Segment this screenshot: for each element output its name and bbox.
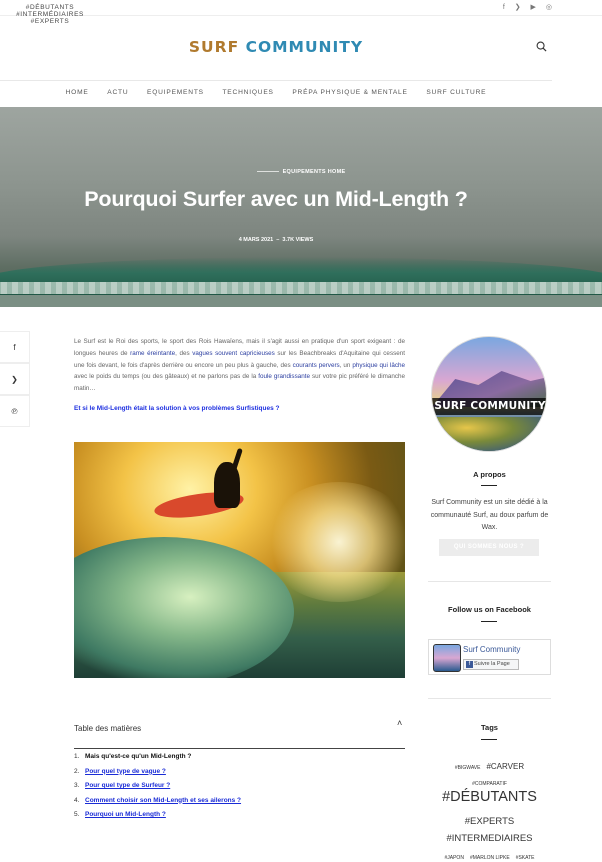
tag-link[interactable]: #DÉBUTANTS: [442, 789, 537, 805]
toc-divider: [74, 748, 405, 749]
article-lead: Et si le Mid-Length était la solution à …: [74, 405, 280, 412]
instagram-icon[interactable]: ◎: [546, 4, 552, 11]
avatar-text: SURF COMMUNITY: [434, 400, 546, 412]
intro-text: , un: [339, 361, 353, 369]
tag-link[interactable]: #EXPERTS: [465, 816, 514, 827]
toc-number: 3.: [74, 782, 80, 789]
nav-home[interactable]: HOME: [66, 89, 89, 96]
site-logo[interactable]: SURF COMMUNITY: [0, 38, 552, 56]
toc-item: 4. Comment choisir son Mid-Length et ses …: [74, 794, 405, 809]
hero-foam: [0, 282, 602, 294]
chevron-up-icon[interactable]: ˄: [397, 718, 402, 728]
intro-highlight: vagues souvent capricieuses: [192, 349, 275, 357]
post-title: Pourquoi Surfer avec un Mid-Length ?: [84, 187, 468, 211]
intro-highlight: foule grandissante: [258, 373, 310, 381]
post-categories[interactable]: EQUIPEMENTS HOME: [0, 169, 602, 175]
tag-link[interactable]: #MARLON LIPKE: [470, 855, 510, 861]
top-tags: #DÉBUTANTS #INTERMÉDIAIRES #EXPERTS: [0, 4, 117, 25]
post-views: 3.7K VIEWS: [282, 237, 314, 243]
intro-highlight: rame éreintante: [130, 349, 176, 357]
twitter-icon[interactable]: ❯: [515, 4, 521, 11]
logo-text-surf: SURF: [188, 38, 246, 56]
tag-row: #INTERMEDIAIRES: [428, 828, 551, 846]
toc-link[interactable]: Pour quel type de vague ?: [85, 768, 166, 775]
fb-follow-label: Suivre la Page: [474, 661, 510, 667]
fb-follow-button[interactable]: f Suivre la Page: [463, 659, 519, 670]
tags-title-rule: [481, 739, 497, 740]
article-image: [74, 442, 405, 678]
top-tag-intermediaires[interactable]: #INTERMÉDIAIRES: [16, 11, 84, 18]
hero-banner: EQUIPEMENTS HOME Pourquoi Surfer avec un…: [0, 107, 602, 307]
nav-techniques[interactable]: TECHNIQUES: [222, 89, 273, 96]
facebook-title-rule: [481, 621, 497, 622]
tag-row: #DÉBUTANTS: [428, 788, 551, 806]
nav-prepa[interactable]: PRÉPA PHYSIQUE & MENTALE: [292, 89, 407, 96]
fb-page-name[interactable]: Surf Community: [463, 645, 520, 654]
post-meta: 4 MARS 2021 – 3.7K VIEWS: [0, 237, 552, 243]
nav-surf-culture[interactable]: SURF CULTURE: [426, 89, 486, 96]
about-title: A propos: [473, 470, 506, 479]
tag-link[interactable]: #INTERMEDIAIRES: [446, 833, 532, 844]
top-bar: #DÉBUTANTS #INTERMÉDIAIRES #EXPERTS f ❯ …: [0, 0, 602, 25]
facebook-icon[interactable]: f: [0, 331, 30, 363]
facebook-page-widget[interactable]: Surf Community f Suivre la Page: [428, 639, 551, 675]
post-date: 4 MARS 2021: [238, 237, 274, 243]
tags-title: Tags: [481, 723, 498, 732]
sidebar-separator: [428, 581, 551, 582]
top-tag-debutants[interactable]: #DÉBUTANTS: [26, 4, 75, 11]
header-divider: [0, 80, 552, 81]
intro-text: , des: [175, 349, 193, 357]
logo-text-community: COMMUNITY: [245, 38, 364, 56]
search-icon[interactable]: [536, 41, 547, 52]
pinterest-icon[interactable]: ℗: [0, 395, 30, 427]
nav-equipements[interactable]: EQUIPEMENTS: [147, 89, 204, 96]
youtube-icon[interactable]: ▶: [531, 4, 536, 11]
share-bar: f ❯ ℗: [0, 331, 30, 427]
top-tag-experts[interactable]: #EXPERTS: [31, 18, 70, 25]
tag-link[interactable]: #COMPARATIF: [472, 781, 507, 787]
facebook-icon[interactable]: f: [503, 4, 505, 11]
facebook-icon: f: [466, 661, 473, 668]
nav-actu[interactable]: ACTU: [107, 89, 128, 96]
fb-page-thumbnail[interactable]: [433, 644, 461, 672]
facebook-widget-title: Follow us on Facebook: [448, 605, 531, 614]
toc-list: 1. Mais qu'est-ce qu'un Mid-Length ? 2. Po…: [74, 750, 405, 823]
intro-highlight: physique qui lâche: [352, 361, 405, 369]
tag-row: #EXPERTS: [428, 811, 551, 829]
toc-item: 3. Pour quel type de Surfeur ?: [74, 779, 405, 794]
toc-link[interactable]: Pour quel type de Surfeur ?: [85, 782, 170, 789]
tag-link[interactable]: #JAPON: [444, 855, 463, 861]
toc-title: Table des matières: [74, 724, 142, 733]
tag-row: #JAPON #MARLON LIPKE #SKATE: [428, 846, 551, 862]
about-us-button[interactable]: QUI SOMMES NOUS ?: [439, 539, 539, 556]
toc-number: 2.: [74, 767, 80, 775]
hero-sand: [0, 295, 602, 307]
main-nav: HOME ACTU EQUIPEMENTS TECHNIQUES PRÉPA P…: [0, 89, 552, 96]
toc-item: 5. Pourquoi un Mid-Length ?: [74, 808, 405, 823]
sidebar-logo-image: SURF COMMUNITY: [431, 336, 547, 452]
tag-link[interactable]: #BIGWAVE: [455, 765, 481, 771]
toc-item: 2. Pour quel type de vague ?: [74, 765, 405, 780]
meta-separator: –: [276, 237, 280, 243]
toc-link[interactable]: Comment choisir son Mid-Length et ses ai…: [85, 797, 241, 804]
toc-item-label[interactable]: Mais qu'est-ce qu'un Mid-Length ?: [85, 753, 191, 760]
sidebar-separator: [428, 698, 551, 699]
twitter-icon[interactable]: ❯: [0, 363, 30, 395]
toc-number: 5.: [74, 811, 80, 818]
toc-item: 1. Mais qu'est-ce qu'un Mid-Length ?: [74, 750, 405, 765]
article-intro: Le Surf est le Roi des sports, le sport …: [74, 336, 405, 395]
toc-number: 1.: [74, 753, 80, 760]
post-categories-text[interactable]: EQUIPEMENTS HOME: [283, 169, 346, 175]
toc-link[interactable]: Pourquoi un Mid-Length ?: [85, 811, 166, 818]
tag-link[interactable]: #SKATE: [516, 855, 535, 861]
about-title-rule: [481, 485, 497, 486]
top-social-links: f ❯ ▶ ◎: [495, 3, 552, 11]
about-text: Surf Community est un site dédié à la co…: [430, 499, 549, 531]
intro-text: avec le poids du temps (ou des gâteaux) …: [74, 373, 259, 381]
intro-highlight: courants pervers: [292, 361, 340, 369]
toc-number: 4.: [74, 796, 80, 804]
tag-link[interactable]: #CARVER: [486, 762, 524, 771]
